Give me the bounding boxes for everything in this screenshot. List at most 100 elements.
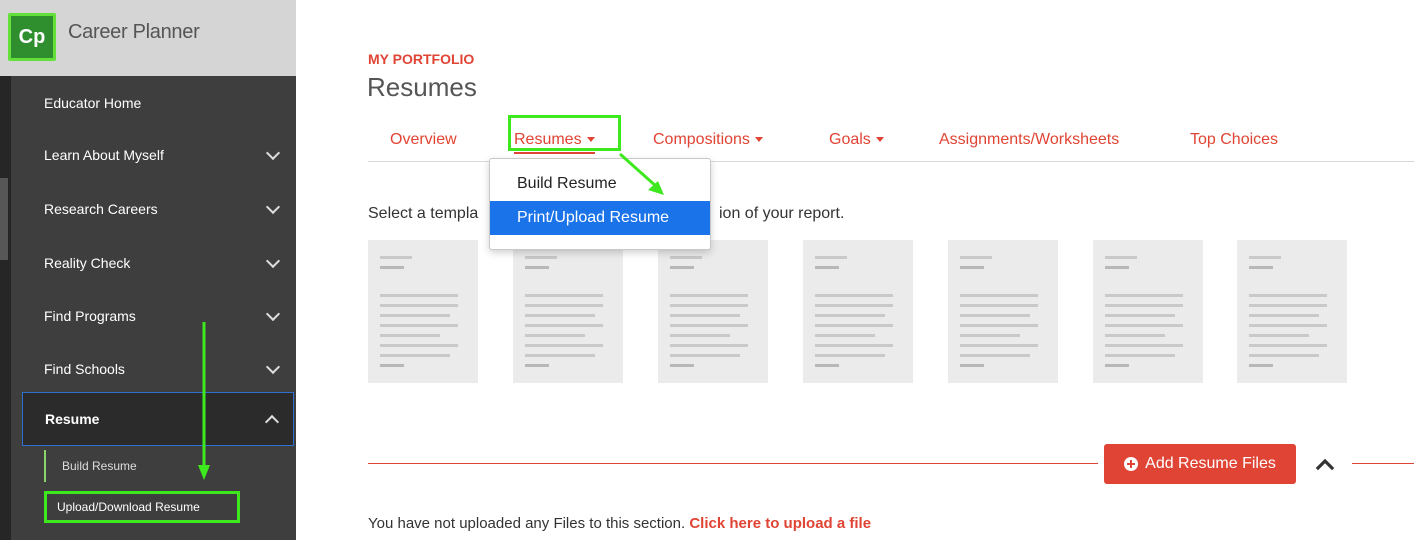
template-line [960, 364, 984, 367]
career-planner-logo[interactable]: Cp [8, 13, 56, 61]
brand-name: Career Planner [68, 21, 200, 43]
template-line [815, 304, 893, 307]
chevron-up-icon[interactable] [1313, 454, 1337, 474]
resume-template-thumbnail[interactable] [1093, 240, 1203, 383]
sidebar-item-find-programs[interactable]: Find Programs [22, 289, 294, 343]
tab-compositions[interactable]: Compositions [653, 131, 763, 149]
template-line [815, 334, 875, 337]
template-line [960, 256, 992, 259]
caret-down-icon [875, 137, 884, 143]
template-line [525, 344, 603, 347]
sidebar-item-find-schools[interactable]: Find Schools [22, 342, 294, 396]
tab-overview[interactable]: Overview [390, 131, 457, 149]
annotation-highlight-box [508, 115, 621, 151]
chevron-up-icon[interactable] [264, 414, 280, 430]
upload-file-link[interactable]: Click here to upload a file [689, 515, 871, 532]
tab-top-choices[interactable]: Top Choices [1190, 131, 1278, 149]
template-line [525, 314, 595, 317]
sidebar-item-reality-check[interactable]: Reality Check [22, 236, 294, 290]
template-line [1105, 364, 1129, 367]
template-line [960, 344, 1038, 347]
sidebar-stripe-accent [0, 178, 8, 260]
sidebar-item-resume[interactable]: Resume [22, 392, 294, 446]
add-resume-files-button[interactable]: Add Resume Files [1104, 444, 1296, 484]
template-line [670, 304, 748, 307]
sidebar: Cp Career Planner Educator Home Learn Ab… [0, 0, 296, 540]
template-prompt-start: Select a templa [368, 205, 479, 222]
section-divider [368, 463, 1098, 464]
template-line [1249, 314, 1319, 317]
template-line [525, 256, 557, 259]
chevron-down-icon[interactable] [265, 145, 281, 161]
template-line [960, 354, 1030, 357]
template-line [1105, 314, 1175, 317]
template-line [1105, 324, 1183, 327]
template-line [525, 354, 595, 357]
template-line [815, 294, 893, 297]
template-line [380, 256, 412, 259]
resume-template-thumbnail[interactable] [948, 240, 1058, 383]
chevron-down-icon[interactable] [265, 199, 281, 215]
template-line [1249, 266, 1273, 269]
template-line [1249, 304, 1327, 307]
sidebar-subitem-label: Upload/Download Resume [57, 500, 200, 514]
chevron-down-icon[interactable] [265, 253, 281, 269]
chevron-down-icon[interactable] [265, 359, 281, 375]
tab-assignments-worksheets[interactable]: Assignments/Worksheets [939, 131, 1119, 149]
template-line [380, 344, 458, 347]
brand-header[interactable]: Cp Career Planner [0, 0, 296, 76]
dropdown-item-print-upload-resume[interactable]: Print/Upload Resume [490, 201, 710, 235]
template-line [815, 364, 839, 367]
template-line [815, 324, 893, 327]
template-line [670, 266, 694, 269]
template-line [1105, 304, 1183, 307]
sidebar-item-educator-home[interactable]: Educator Home [22, 76, 294, 130]
template-line [525, 364, 549, 367]
template-line [815, 256, 847, 259]
template-line [670, 354, 740, 357]
sidebar-item-label: Learn About Myself [44, 147, 164, 163]
tab-label: Top Choices [1190, 131, 1279, 148]
empty-message-text: You have not uploaded any Files to this … [368, 515, 686, 532]
template-line [380, 266, 404, 269]
template-line [670, 324, 748, 327]
template-line [1249, 354, 1319, 357]
add-button-label: Add Resume Files [1145, 455, 1276, 472]
template-line [815, 344, 893, 347]
sidebar-item-label: Find Programs [44, 308, 136, 324]
tab-goals[interactable]: Goals [829, 131, 884, 149]
template-line [380, 334, 440, 337]
template-line [525, 266, 549, 269]
template-line [1249, 334, 1309, 337]
sidebar-subitem-build-resume[interactable]: Build Resume [44, 450, 294, 482]
sidebar-item-label: Reality Check [44, 255, 131, 271]
section-kicker: MY PORTFOLIO [368, 51, 475, 67]
sidebar-item-learn-about-myself[interactable]: Learn About Myself [22, 128, 294, 182]
template-line [380, 314, 450, 317]
sidebar-item-research-careers[interactable]: Research Careers [22, 182, 294, 236]
sidebar-item-label: Research Careers [44, 201, 158, 217]
template-line [1105, 266, 1129, 269]
template-line [525, 304, 603, 307]
chevron-down-icon[interactable] [265, 306, 281, 322]
resume-template-thumbnail[interactable] [803, 240, 913, 383]
template-line [960, 304, 1038, 307]
template-line [525, 294, 603, 297]
template-line [1249, 364, 1273, 367]
resume-template-thumbnail[interactable] [368, 240, 478, 383]
dropdown-item-build-resume[interactable]: Build Resume [490, 167, 710, 201]
tab-label: Assignments/Worksheets [939, 131, 1120, 148]
template-line [380, 294, 458, 297]
resume-template-thumbnail[interactable] [658, 240, 768, 383]
template-line [525, 324, 603, 327]
template-line [380, 354, 450, 357]
template-line [670, 294, 748, 297]
template-line [670, 344, 748, 347]
page-title: Resumes [367, 72, 477, 102]
sidebar-subitem-upload-download-resume[interactable]: Upload/Download Resume [44, 491, 240, 523]
template-line [380, 304, 458, 307]
template-line [1105, 334, 1165, 337]
resume-template-thumbnail[interactable] [1237, 240, 1347, 383]
resume-template-thumbnail[interactable] [513, 240, 623, 383]
template-line [1249, 256, 1281, 259]
